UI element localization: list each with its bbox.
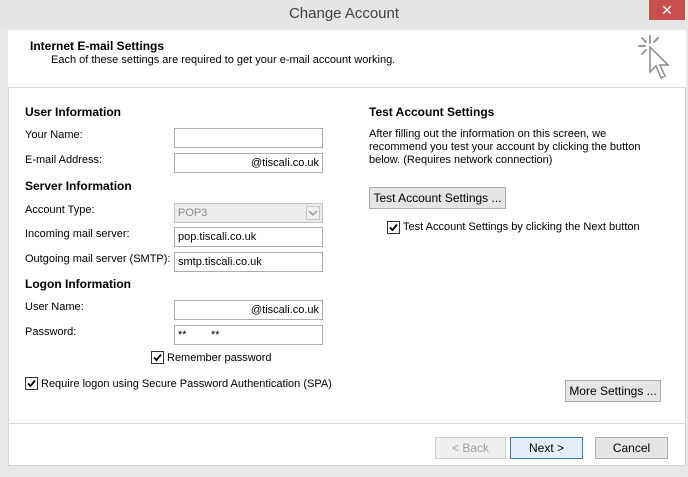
password-input[interactable]: ** ** xyxy=(174,325,323,345)
account-type-label: Account Type: xyxy=(25,204,95,216)
title-bar: Change Account ✕ xyxy=(0,0,688,28)
test-account-settings-button[interactable]: Test Account Settings ... xyxy=(369,187,506,209)
test-account-description: After filling out the information on thi… xyxy=(369,128,641,166)
outgoing-server-label: Outgoing mail server (SMTP): xyxy=(25,253,171,265)
test-on-next-label: Test Account Settings by clicking the Ne… xyxy=(403,221,640,233)
window-title: Change Account xyxy=(288,5,400,22)
next-button[interactable]: Next > xyxy=(510,437,583,459)
back-button[interactable]: < Back xyxy=(435,437,506,459)
checkmark-icon xyxy=(27,379,36,388)
account-type-value: POP3 xyxy=(178,207,208,219)
server-information-heading: Server Information xyxy=(25,179,132,193)
user-name-input[interactable]: @tiscali.co.uk xyxy=(174,300,323,320)
spa-label: Require logon using Secure Password Auth… xyxy=(41,378,332,390)
close-button[interactable]: ✕ xyxy=(649,0,685,20)
your-name-input[interactable] xyxy=(174,128,323,148)
spa-checkbox[interactable] xyxy=(25,377,38,390)
checkmark-icon xyxy=(153,353,162,362)
footer-divider xyxy=(8,423,686,424)
incoming-server-label: Incoming mail server: xyxy=(25,228,130,240)
test-account-heading: Test Account Settings xyxy=(369,105,495,119)
remember-password-label: Remember password xyxy=(167,352,272,364)
close-icon: ✕ xyxy=(661,2,673,18)
logon-information-heading: Logon Information xyxy=(25,277,131,291)
outgoing-server-input[interactable]: smtp.tiscali.co.uk xyxy=(174,252,323,272)
cursor-sparkle-icon xyxy=(638,35,670,80)
user-information-heading: User Information xyxy=(25,105,122,119)
user-name-label: User Name: xyxy=(25,301,84,313)
change-account-dialog: Change Account ✕ Internet E-mail Setting… xyxy=(0,0,688,477)
cancel-button[interactable]: Cancel xyxy=(595,437,668,459)
header-panel: Internet E-mail Settings Each of these s… xyxy=(8,30,686,88)
header-subtitle: Each of these settings are required to g… xyxy=(51,54,396,66)
more-settings-button[interactable]: More Settings ... xyxy=(565,380,661,402)
checkmark-icon xyxy=(389,223,398,232)
email-address-input[interactable]: @tiscali.co.uk xyxy=(174,153,323,173)
test-on-next-checkbox[interactable] xyxy=(387,221,400,234)
incoming-server-input[interactable]: pop.tiscali.co.uk xyxy=(174,227,323,247)
header-title: Internet E-mail Settings xyxy=(30,39,165,53)
chevron-down-icon xyxy=(306,206,320,220)
password-label: Password: xyxy=(25,326,77,338)
remember-password-checkbox[interactable] xyxy=(151,351,164,364)
your-name-label: Your Name: xyxy=(25,129,83,141)
account-type-select[interactable]: POP3 xyxy=(174,203,323,223)
email-address-label: E-mail Address: xyxy=(25,154,103,166)
